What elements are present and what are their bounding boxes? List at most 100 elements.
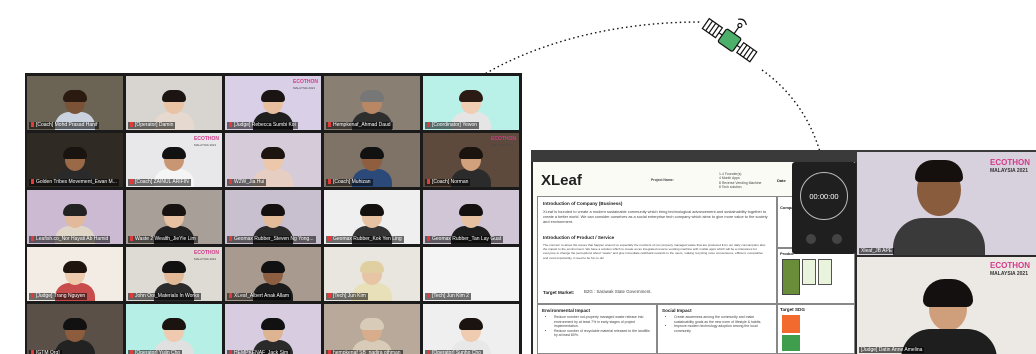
hair: [459, 204, 483, 216]
participant-name: [Tech] Jun Kim: [333, 293, 366, 299]
participant-name-label: hempkenaf SB_nadira othman: [326, 350, 403, 354]
hair: [459, 147, 483, 159]
participant-tile[interactable]: [Operator] Damin: [126, 76, 222, 130]
participant-name: HEMPKENAF_Jack Sim: [234, 350, 289, 354]
participant-name: Waste 2 Wealth_JieYie Lim: [135, 236, 196, 242]
intro-box: Introduction of Company (Business) XLeaf…: [537, 196, 777, 304]
participant-name: [Tech] Jun Kim 2: [432, 293, 469, 299]
participant-video: [451, 318, 491, 354]
participant-name-label: [Coach] Mohd Prasad Hanif: [29, 122, 100, 129]
participant-name: [GTM Org]: [36, 350, 60, 354]
mic-muted-icon: [328, 122, 331, 127]
sdg-tile: [782, 335, 800, 351]
participant-name: [Coach] Norman: [432, 179, 469, 185]
app-screen-image: [818, 259, 832, 285]
participant-tile[interactable]: Golden Tribes Movement_Ewan M...: [27, 133, 123, 187]
participant-tile[interactable]: W2W_Jia Hui: [225, 133, 321, 187]
mic-muted-icon: [31, 179, 34, 184]
ecothon-logo: ECOTHON MALAYSIA 2021: [194, 136, 219, 147]
mic-muted-icon: [31, 236, 34, 241]
participant-name-label: [Tech] Jun Kim: [326, 293, 368, 300]
hair: [261, 318, 285, 330]
social-list: Create awareness among the community and…: [662, 315, 774, 333]
participant-name: Geomax Rubber_Tan Lay Guat: [432, 236, 502, 242]
app-screen-image: [802, 259, 816, 285]
screen-share-panel: XLeaf Project Name: 1-4 Founder(s) 4 Mon…: [531, 150, 1036, 354]
participant-tile[interactable]: ECOTHON MALAYSIA 2021 [Coach] ZAINUL ARIFI…: [126, 133, 222, 187]
participant-tile[interactable]: hempkenaf SB_nadira othman: [324, 304, 420, 354]
social-item: Improve modern technology adoption among…: [674, 324, 774, 333]
video-gallery: [Coach] Mohd Prasad Hanif [Operator] Dami…: [25, 73, 522, 354]
mic-muted-icon: [427, 236, 430, 241]
satellite-icon: [701, 17, 758, 63]
body: [893, 218, 985, 255]
participant-name: [Judge] Rebecca Sumbi Koi: [234, 122, 296, 128]
hair: [360, 90, 384, 102]
participant-tile[interactable]: ECOTHON MALAYSIA 2021 [Judge] Rebecca Sumb…: [225, 76, 321, 130]
participant-tile[interactable]: [Coordinator] Yewon: [423, 76, 519, 130]
participant-tile[interactable]: Waste 2 Wealth_JieYie Lim: [126, 190, 222, 244]
hair: [459, 318, 483, 330]
mic-muted-icon: [229, 179, 232, 184]
participant-tile[interactable]: [Operator] Yujin Cho: [126, 304, 222, 354]
mic-muted-icon: [328, 236, 331, 241]
mic-muted-icon: [130, 236, 133, 241]
participant-tile[interactable]: [Operator] Sunho Cho: [423, 304, 519, 354]
timer-reset-button[interactable]: [806, 234, 816, 244]
mic-muted-icon: [328, 293, 331, 298]
participant-name-label: [Operator] Sunho Cho: [425, 350, 483, 354]
hair: [63, 90, 87, 102]
participant-tile[interactable]: Leafish.co_Nor Hayati Ab Hamid: [27, 190, 123, 244]
mic-muted-icon: [130, 293, 133, 298]
hair: [63, 261, 87, 273]
timer-value: 00:00:00: [809, 192, 839, 201]
social-impact-box: Social Impact Create awareness among the…: [657, 304, 777, 354]
participant-name-label: [Coordinator] Yewon: [425, 122, 480, 129]
participant-name: [Coach] ZAINUL ARIFIN: [135, 179, 189, 185]
participant-tile[interactable]: ECOTHON MALAYSIA 2021 John Ooi_Materials I…: [126, 247, 222, 301]
hair: [459, 261, 483, 273]
participant-tile[interactable]: [GTM Org]: [27, 304, 123, 354]
mic-muted-icon: [328, 350, 331, 354]
participant-name-label: Golden Tribes Movement_Ewan M...: [29, 179, 119, 186]
participant-name-label: [Operator] Damin: [128, 122, 176, 129]
mic-muted-icon: [427, 293, 430, 298]
slide-title: XLeaf: [541, 172, 582, 189]
participant-tile[interactable]: [Coach] Mohd Prasad Hanif: [27, 76, 123, 130]
participant-video: [352, 318, 392, 354]
ecothon-logo: ECOTHON MALAYSIA 2021: [990, 158, 1030, 174]
participant-tile[interactable]: Geomax Rubber_Steven Ng Yong...: [225, 190, 321, 244]
participant-tile[interactable]: XLeaf_Albert Anak Allam: [225, 247, 321, 301]
env-heading: Environmental Impact: [542, 308, 590, 313]
participant-name: John Ooi_Materials In Works: [135, 293, 200, 299]
participant-tile[interactable]: [Judge] Trang Nguyen: [27, 247, 123, 301]
timer-start-button[interactable]: [832, 234, 842, 244]
participant-name-label: W2W_Jia Hui: [227, 179, 267, 186]
participant-tile[interactable]: HEMPKENAF_Jack Sim: [225, 304, 321, 354]
participant-name-label: [Coach] Norman: [425, 179, 471, 186]
participant-name-label: [Operator] Yujin Cho: [128, 350, 183, 354]
vending-machine-image: [782, 259, 800, 295]
participant-tile[interactable]: [Tech] Jun Kim 2: [423, 247, 519, 301]
hair: [162, 318, 186, 330]
mic-muted-icon: [427, 350, 430, 354]
sdg-box: Target SDG: [777, 304, 855, 354]
participant-tile[interactable]: [Tech] Jun Kim: [324, 247, 420, 301]
participant-name: [Coach] Mohd Prasad Hanif: [36, 122, 98, 128]
participant-tile[interactable]: Hempkenaf_Ahmad Daud: [324, 76, 420, 130]
mic-muted-icon: [229, 350, 232, 354]
participant-name: [Coordinator] Yewon: [432, 122, 478, 128]
participant-tile[interactable]: Geomax Rubber_Kok Yen Ling: [324, 190, 420, 244]
participant-tile[interactable]: ECOTHON MALAYSIA 2021 [Coach] Norman: [423, 133, 519, 187]
participant-name-label: [GTM Org]: [29, 350, 62, 354]
target-market-label: Target Market:: [543, 290, 575, 295]
participant-name-label: Leafish.co_Nor Hayati Ab Hamid: [29, 236, 111, 243]
participant-tile[interactable]: Geomax Rubber_Tan Lay Guat: [423, 190, 519, 244]
mic-muted-icon: [427, 122, 430, 127]
participant-video: [253, 318, 293, 354]
participant-tile[interactable]: [Coach] Muhizan: [324, 133, 420, 187]
mic-muted-icon: [130, 350, 133, 354]
hair: [360, 261, 384, 273]
ecothon-logo: ECOTHON MALAYSIA 2021: [990, 261, 1030, 277]
participant-name-label: Waste 2 Wealth_JieYie Lim: [128, 236, 198, 243]
